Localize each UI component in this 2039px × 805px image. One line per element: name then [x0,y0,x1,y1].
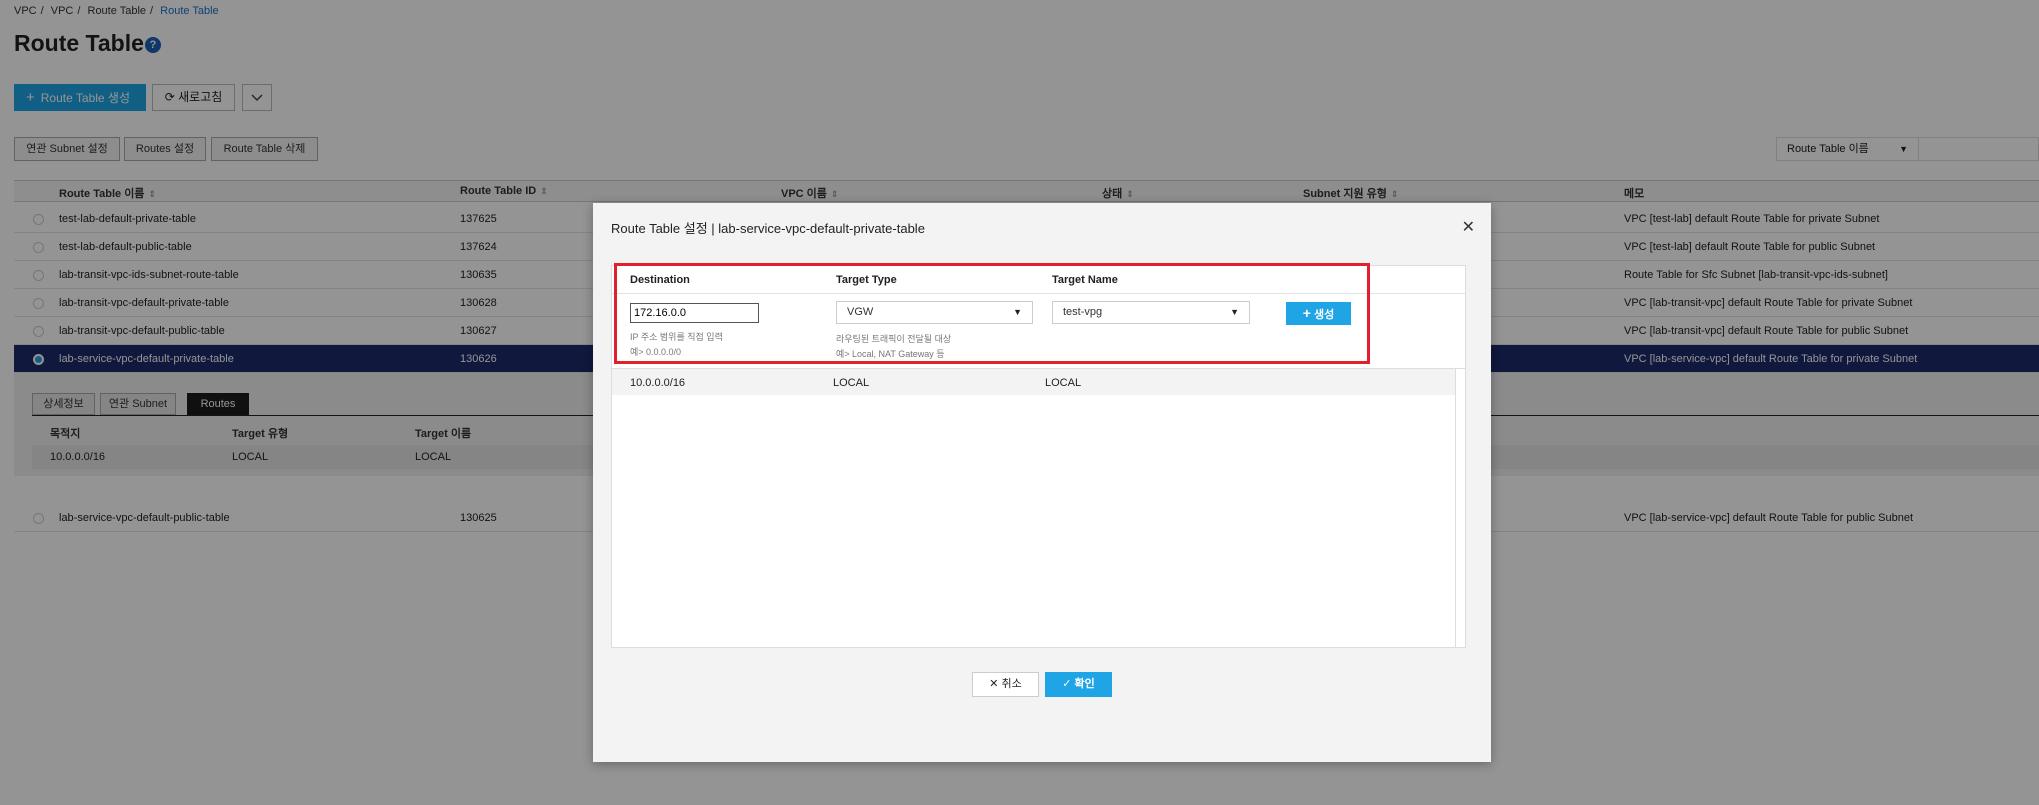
cancel-button[interactable]: ✕ 취소 [972,672,1039,697]
modal-title: Route Table 설정 | lab-service-vpc-default… [611,221,925,236]
confirm-button[interactable]: ✓ 확인 [1045,672,1112,697]
route-row[interactable]: 10.0.0.0/16 LOCAL LOCAL [612,369,1457,395]
highlight-annotation-box [614,263,1370,364]
close-icon: ✕ [989,678,999,690]
routes-list: 10.0.0.0/16 LOCAL LOCAL [611,368,1466,648]
scrollbar[interactable] [1455,369,1465,647]
check-icon: ✓ [1062,678,1072,690]
close-icon[interactable]: ✕ [1462,217,1475,237]
